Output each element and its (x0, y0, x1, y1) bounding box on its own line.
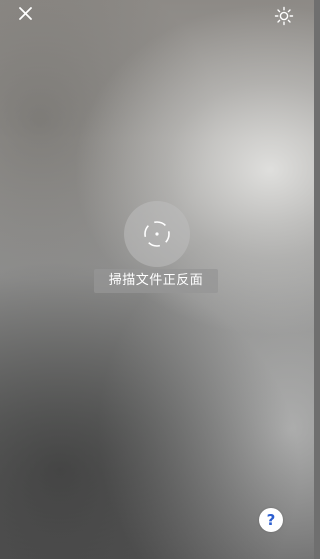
brightness-button[interactable] (274, 6, 294, 26)
camera-viewfinder: 掃描文件正反面 ? (0, 0, 314, 559)
scan-hint-label: 掃描文件正反面 (94, 269, 218, 293)
close-button[interactable] (15, 3, 37, 25)
brightness-icon (274, 6, 294, 30)
close-icon (15, 3, 37, 25)
scan-target (124, 201, 190, 267)
help-icon: ? (266, 511, 276, 529)
help-button[interactable]: ? (259, 508, 283, 532)
scan-target-icon (124, 201, 190, 267)
